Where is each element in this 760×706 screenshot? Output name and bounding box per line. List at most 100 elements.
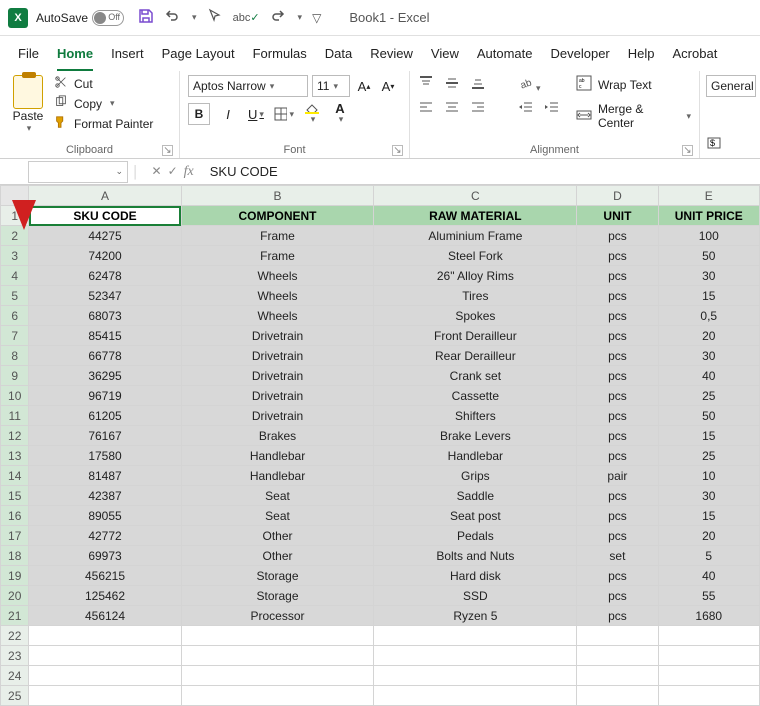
cell[interactable]: Rear Derailleur — [374, 346, 577, 366]
cell[interactable]: 125462 — [29, 586, 181, 606]
fill-color-button[interactable]: ▾ — [302, 104, 322, 124]
cell[interactable] — [577, 646, 658, 666]
cell[interactable]: pcs — [577, 226, 658, 246]
align-left-icon[interactable] — [418, 100, 434, 119]
column-header-E[interactable]: E — [658, 186, 760, 206]
cell[interactable] — [181, 646, 374, 666]
cell[interactable] — [29, 626, 181, 646]
italic-button[interactable]: I — [218, 104, 238, 124]
cell[interactable] — [374, 686, 577, 706]
row-header[interactable]: 4 — [1, 266, 29, 286]
cell[interactable] — [181, 686, 374, 706]
cell[interactable]: pcs — [577, 526, 658, 546]
cell[interactable]: Spokes — [374, 306, 577, 326]
cell[interactable]: pcs — [577, 306, 658, 326]
toggle-off-icon[interactable]: Off — [92, 10, 124, 26]
cell[interactable]: 50 — [658, 406, 760, 426]
merge-center-button[interactable]: Merge & Center ▾ — [576, 102, 691, 130]
tab-home[interactable]: Home — [57, 42, 93, 71]
undo-dropdown-icon[interactable]: ▾ — [192, 12, 197, 23]
row-header[interactable]: 15 — [1, 486, 29, 506]
column-header-B[interactable]: B — [181, 186, 374, 206]
cut-button[interactable]: Cut — [54, 75, 153, 92]
cell[interactable]: Brakes — [181, 426, 374, 446]
align-top-icon[interactable] — [418, 75, 434, 94]
cell[interactable]: Wheels — [181, 286, 374, 306]
tab-acrobat[interactable]: Acrobat — [673, 42, 718, 71]
cell[interactable]: Grips — [374, 466, 577, 486]
cell[interactable]: pcs — [577, 246, 658, 266]
name-box[interactable]: ⌄ — [28, 161, 128, 183]
chevron-down-icon[interactable]: ▾ — [27, 123, 32, 134]
row-header[interactable]: 17 — [1, 526, 29, 546]
cancel-icon[interactable]: ✕ — [152, 164, 162, 180]
cell[interactable]: Ryzen 5 — [374, 606, 577, 626]
cell[interactable]: 66778 — [29, 346, 181, 366]
cell[interactable] — [658, 686, 760, 706]
cell[interactable]: pcs — [577, 386, 658, 406]
cell[interactable]: pcs — [577, 586, 658, 606]
formula-input[interactable]: SKU CODE — [202, 164, 760, 179]
column-header-C[interactable]: C — [374, 186, 577, 206]
chevron-down-icon[interactable]: ▾ — [110, 98, 115, 109]
format-painter-button[interactable]: Format Painter — [54, 115, 153, 132]
cell[interactable]: Cassette — [374, 386, 577, 406]
cell[interactable]: Frame — [181, 226, 374, 246]
cell[interactable]: 25 — [658, 446, 760, 466]
cell[interactable]: 15 — [658, 506, 760, 526]
cell[interactable] — [658, 646, 760, 666]
align-bottom-icon[interactable] — [470, 75, 486, 94]
cursor-icon[interactable] — [207, 8, 223, 27]
cell[interactable]: UNIT — [577, 206, 658, 226]
autosave-toggle[interactable]: AutoSave Off — [36, 10, 124, 26]
cell[interactable]: 76167 — [29, 426, 181, 446]
cell[interactable]: 15 — [658, 426, 760, 446]
cell[interactable]: pcs — [577, 326, 658, 346]
cell[interactable]: Seat — [181, 486, 374, 506]
cell[interactable]: 15 — [658, 286, 760, 306]
cell[interactable]: Other — [181, 546, 374, 566]
cell[interactable]: 68073 — [29, 306, 181, 326]
cell[interactable]: 55 — [658, 586, 760, 606]
cell[interactable]: Processor — [181, 606, 374, 626]
cell[interactable]: 96719 — [29, 386, 181, 406]
tab-insert[interactable]: Insert — [111, 42, 144, 71]
cell[interactable]: 100 — [658, 226, 760, 246]
cell[interactable]: 74200 — [29, 246, 181, 266]
row-header[interactable]: 16 — [1, 506, 29, 526]
cell[interactable] — [181, 626, 374, 646]
cell[interactable]: Saddle — [374, 486, 577, 506]
chevron-down-icon[interactable]: ▾ — [686, 111, 691, 122]
row-header[interactable]: 23 — [1, 646, 29, 666]
cell[interactable]: Pedals — [374, 526, 577, 546]
cell[interactable]: 61205 — [29, 406, 181, 426]
row-header[interactable]: 25 — [1, 686, 29, 706]
cell[interactable]: 40 — [658, 366, 760, 386]
number-format-combo[interactable]: General — [706, 75, 756, 97]
cell[interactable]: 456215 — [29, 566, 181, 586]
cell[interactable] — [181, 666, 374, 686]
row-header[interactable]: 9 — [1, 366, 29, 386]
cell[interactable]: Brake Levers — [374, 426, 577, 446]
dialog-launcher-icon[interactable]: ↘ — [682, 145, 693, 156]
cell[interactable]: 69973 — [29, 546, 181, 566]
row-header[interactable]: 13 — [1, 446, 29, 466]
cell[interactable] — [658, 666, 760, 686]
row-header[interactable]: 24 — [1, 666, 29, 686]
cell[interactable]: 10 — [658, 466, 760, 486]
cell[interactable]: set — [577, 546, 658, 566]
save-icon[interactable] — [138, 8, 154, 27]
cell[interactable]: 20 — [658, 326, 760, 346]
row-header[interactable]: 10 — [1, 386, 29, 406]
cell[interactable]: 1680 — [658, 606, 760, 626]
cell[interactable]: Other — [181, 526, 374, 546]
cell[interactable] — [577, 666, 658, 686]
cell[interactable]: RAW MATERIAL — [374, 206, 577, 226]
qat-overflow-icon[interactable]: ▽ — [312, 11, 321, 25]
cell[interactable]: Seat — [181, 506, 374, 526]
cell[interactable] — [374, 626, 577, 646]
border-button[interactable]: ▾ — [274, 104, 294, 124]
cell[interactable]: pcs — [577, 486, 658, 506]
decrease-indent-icon[interactable] — [518, 100, 534, 119]
row-header[interactable]: 6 — [1, 306, 29, 326]
